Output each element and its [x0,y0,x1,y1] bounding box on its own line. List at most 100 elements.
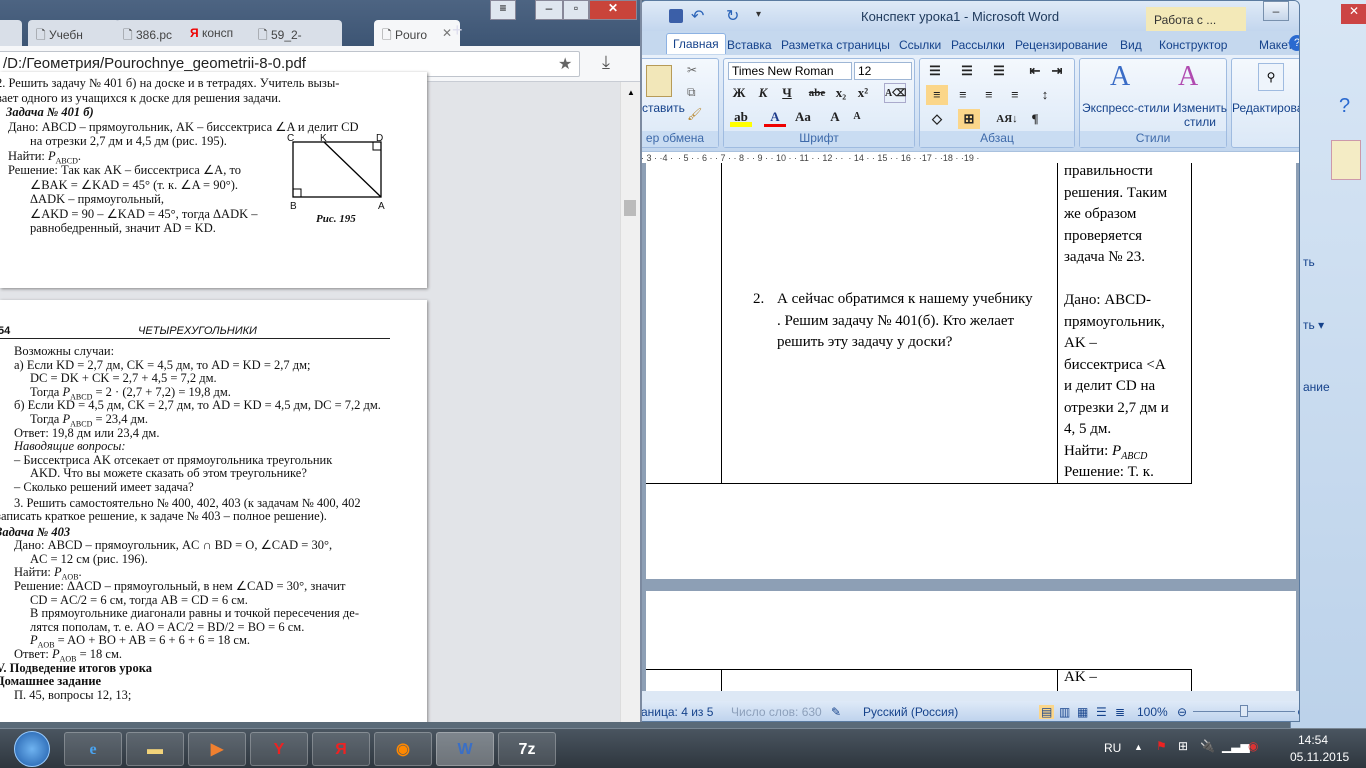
clock-date[interactable]: 05.11.2015 [1290,750,1349,764]
align-left-icon[interactable]: ≡ [926,85,948,105]
show-formatting-icon[interactable]: ¶ [1024,109,1046,129]
power-icon[interactable]: 🔌 [1200,739,1215,753]
tab-home[interactable]: Главная [666,33,726,54]
table-cell-text[interactable]: А сейчас обратимся к нашему учебнику . Р… [777,289,1057,354]
help-icon[interactable]: ? [1339,95,1350,118]
change-styles-button[interactable]: Изменить стили [1172,101,1228,129]
multilevel-list-icon[interactable]: ☰ [988,61,1010,81]
save-icon[interactable] [669,9,683,23]
express-styles-icon[interactable]: A [1110,61,1130,93]
superscript-button[interactable]: x² [852,83,874,103]
tab-references[interactable]: Ссылки [893,35,947,55]
change-styles-icon[interactable]: A [1178,61,1198,93]
download-icon[interactable]: ⤓ [602,52,610,73]
windows-icon[interactable]: ⊞ [1178,739,1188,753]
tab-page-layout[interactable]: Разметка страницы [775,35,896,55]
zoom-slider-thumb[interactable] [1240,705,1248,717]
volume-icon[interactable]: ◉ [1248,739,1258,753]
language-indicator[interactable]: Русский (Россия) [863,705,958,719]
shrink-font-button[interactable]: A [846,107,868,127]
zoom-level[interactable]: 100% [1137,705,1168,719]
close-button[interactable]: ✕ [1341,4,1366,24]
tab[interactable]: 🗋 Учебн [28,20,120,46]
tab-active[interactable]: 🗋 Pouro ✕ [374,20,460,46]
bullets-icon[interactable]: ☰ [924,61,946,81]
copy-icon[interactable]: ⧉ [687,85,696,100]
format-painter-icon[interactable]: 🖌 [687,107,702,121]
underline-button[interactable]: Ч [776,83,798,103]
tab-design[interactable]: Конструктор [1153,35,1233,55]
sort-icon[interactable]: АЯ↓ [996,109,1018,129]
express-styles-button[interactable]: Экспресс-стили [1082,101,1170,115]
zoom-slider[interactable] [1193,705,1295,717]
maximize-button[interactable]: ▫ [563,0,589,20]
explorer-taskbar-icon[interactable]: ▬ [126,732,184,766]
clock-time[interactable]: 14:54 [1298,733,1328,747]
outline-icon[interactable]: ☰ [1096,705,1107,719]
tab-insert[interactable]: Вставка [721,35,778,55]
redo-icon[interactable]: ↻ [726,6,739,26]
decrease-indent-icon[interactable]: ⇤ [1024,61,1046,81]
font-color-icon[interactable]: A [764,107,786,127]
close-tab-icon[interactable]: ✕ [442,26,452,40]
scroll-thumb[interactable] [624,200,636,216]
grow-font-button[interactable]: A [824,107,846,127]
justify-icon[interactable]: ≡ [1004,85,1026,105]
action-center-flag-icon[interactable]: ⚑ [1156,739,1167,753]
language-indicator[interactable]: RU [1104,741,1121,755]
subscript-button[interactable]: x₂ [830,83,852,103]
start-button[interactable] [14,731,50,767]
firefox-taskbar-icon[interactable]: ◉ [374,732,432,766]
tab[interactable] [0,20,22,46]
numbering-icon[interactable]: ☰ [956,61,978,81]
network-icon[interactable]: ▁▃▅ [1222,739,1250,753]
tab-view[interactable]: Вид [1114,35,1148,55]
tab[interactable]: 🗋 59_2- [250,20,342,46]
increase-indent-icon[interactable]: ⇥ [1046,61,1068,81]
new-tab-button[interactable]: + [452,20,463,41]
ie-taskbar-icon[interactable]: e [64,732,122,766]
tab-review[interactable]: Рецензирование [1009,35,1114,55]
change-case-button[interactable]: Aa [792,107,814,127]
yandex-browser-taskbar-icon[interactable]: Y [250,732,308,766]
quick-access-dropdown-icon[interactable]: ▾ [756,9,761,20]
bookmark-star-icon[interactable]: ★ [558,54,572,74]
minimize-button[interactable]: – [1263,1,1289,21]
web-layout-icon[interactable]: ▦ [1077,705,1088,719]
pdf-scrollbar[interactable]: ▲ [620,82,640,722]
minimize-button[interactable]: – [535,0,563,20]
editing-button[interactable]: Редактирование [1232,101,1299,115]
table-cell-text[interactable]: правильности решения. Таким же образом пров… [1064,161,1192,484]
clear-format-icon[interactable]: A⌫ [884,83,906,103]
paste-icon[interactable] [646,65,672,97]
media-player-taskbar-icon[interactable]: ▶ [188,732,246,766]
word-count[interactable]: Число слов: 630 [731,705,822,719]
7zip-taskbar-icon[interactable]: 7z [498,732,556,766]
show-hidden-icons[interactable]: ▲ [1134,742,1143,752]
borders-icon[interactable]: ⊞ [958,109,980,129]
scroll-up-icon[interactable]: ▲ [627,88,635,97]
align-right-icon[interactable]: ≡ [978,85,1000,105]
menu-icon[interactable]: ≡ [490,0,516,20]
spelling-icon[interactable]: ✎ [831,705,841,719]
reading-layout-icon[interactable]: ▥ [1059,705,1070,719]
cut-icon[interactable]: ✂ [687,63,697,77]
line-spacing-icon[interactable]: ↕ [1034,85,1056,105]
font-size-field[interactable]: 12 [854,62,912,80]
yandex-taskbar-icon[interactable]: Я [312,732,370,766]
zoom-in-icon[interactable]: ⊕ [1297,705,1299,719]
page-indicator[interactable]: аница: 4 из 5 [641,705,713,719]
align-center-icon[interactable]: ≡ [952,85,974,105]
tab-mailings[interactable]: Рассылки [945,35,1011,55]
horizontal-scrollbar[interactable] [641,691,1299,701]
undo-icon[interactable]: ↶ [691,6,704,26]
shading-icon[interactable]: ◇ [926,109,948,129]
strikethrough-button[interactable]: abe [806,83,828,103]
print-layout-icon[interactable]: ▤ [1039,705,1055,719]
italic-button[interactable]: К [752,83,774,103]
ruler[interactable]: · 3 · ·4 · · 5 · · 6 · · 7 · · 8 · · 9 ·… [641,151,1299,163]
help-icon[interactable]: ? [1289,35,1299,51]
paste-button[interactable]: ставить [642,101,685,115]
draft-icon[interactable]: ≣ [1115,705,1125,719]
close-button[interactable]: ✕ [589,0,637,20]
